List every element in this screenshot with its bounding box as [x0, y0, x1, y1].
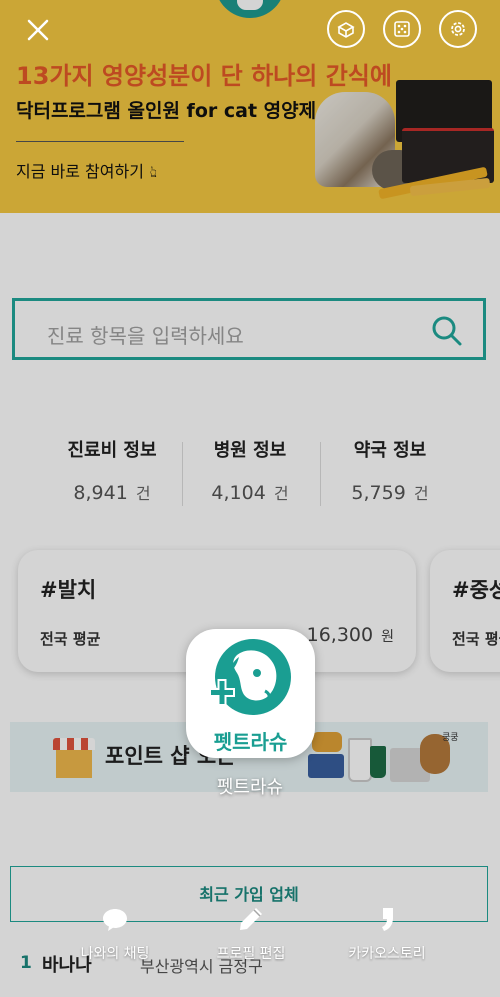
chat-bubble-icon	[103, 909, 127, 931]
app-logo-icon	[209, 639, 291, 715]
app-icon-label: 펫트라슈	[213, 730, 288, 754]
chat-with-myself-button[interactable]: 나와의 채팅	[50, 905, 180, 963]
app-name: 펫트라슈	[216, 777, 284, 798]
dim-overlay[interactable]	[0, 0, 500, 997]
edit-profile-button[interactable]: 프로필 편집	[186, 905, 316, 963]
kakaostory-icon	[382, 908, 393, 931]
action-label: 카카오스토리	[348, 946, 426, 962]
app-icon[interactable]: 펫트라슈	[186, 629, 315, 758]
gear-icon[interactable]	[439, 10, 477, 48]
close-icon[interactable]	[24, 16, 52, 44]
pencil-icon	[240, 908, 262, 930]
action-label: 프로필 편집	[216, 946, 286, 962]
kakaostory-button[interactable]: 카카오스토리	[322, 905, 452, 963]
action-label: 나와의 채팅	[80, 946, 150, 962]
gift-icon[interactable]	[327, 10, 365, 48]
dice-icon[interactable]	[383, 10, 421, 48]
